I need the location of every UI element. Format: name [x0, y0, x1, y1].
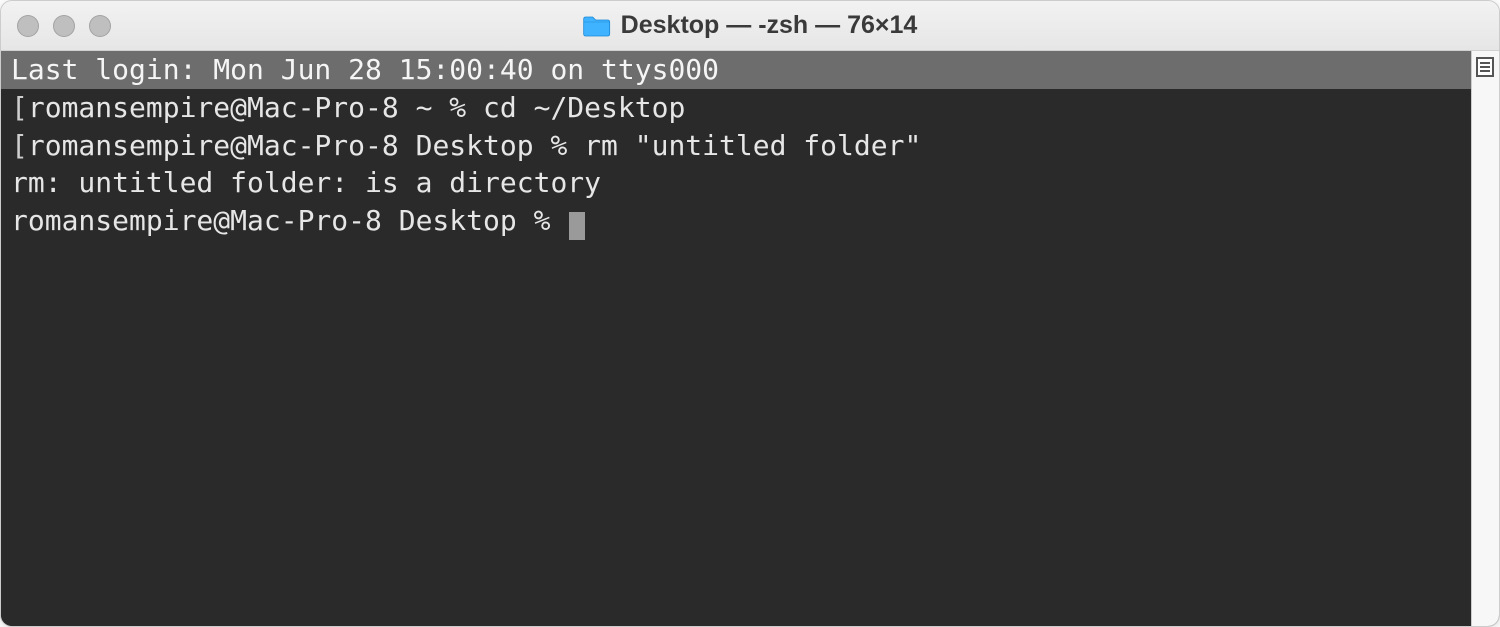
- error-line: rm: untitled folder: is a directory: [1, 164, 1471, 202]
- terminal-window: Desktop — -zsh — 76×14 Last login: Mon J…: [0, 0, 1500, 627]
- prompt-text: romansempire@Mac-Pro-8 Desktop %: [28, 129, 584, 162]
- folder-icon: [583, 15, 611, 37]
- terminal-output[interactable]: Last login: Mon Jun 28 15:00:40 on ttys0…: [1, 51, 1471, 626]
- zoom-button[interactable]: [89, 15, 111, 37]
- prompt-text: romansempire@Mac-Pro-8 Desktop %: [11, 204, 567, 237]
- window-title-text: Desktop — -zsh — 76×14: [621, 11, 918, 40]
- close-button[interactable]: [17, 15, 39, 37]
- cursor: [569, 212, 585, 240]
- command-line: [romansempire@Mac-Pro-8 ~ % cd ~/Desktop: [1, 89, 1471, 127]
- minimize-button[interactable]: [53, 15, 75, 37]
- scrollbar-gutter[interactable]: [1471, 51, 1499, 626]
- command-text: rm "untitled folder": [584, 129, 921, 162]
- current-prompt-line: romansempire@Mac-Pro-8 Desktop %: [1, 202, 1471, 240]
- prompt-text: romansempire@Mac-Pro-8 ~ %: [28, 91, 483, 124]
- titlebar[interactable]: Desktop — -zsh — 76×14: [1, 1, 1499, 51]
- last-login-line: Last login: Mon Jun 28 15:00:40 on ttys0…: [1, 51, 1471, 89]
- window-controls: [17, 15, 111, 37]
- command-text: cd ~/Desktop: [483, 91, 685, 124]
- document-icon: [1476, 57, 1494, 77]
- terminal-body-wrap: Last login: Mon Jun 28 15:00:40 on ttys0…: [1, 51, 1499, 626]
- command-line: [romansempire@Mac-Pro-8 Desktop % rm "un…: [1, 127, 1471, 165]
- window-title: Desktop — -zsh — 76×14: [583, 11, 918, 40]
